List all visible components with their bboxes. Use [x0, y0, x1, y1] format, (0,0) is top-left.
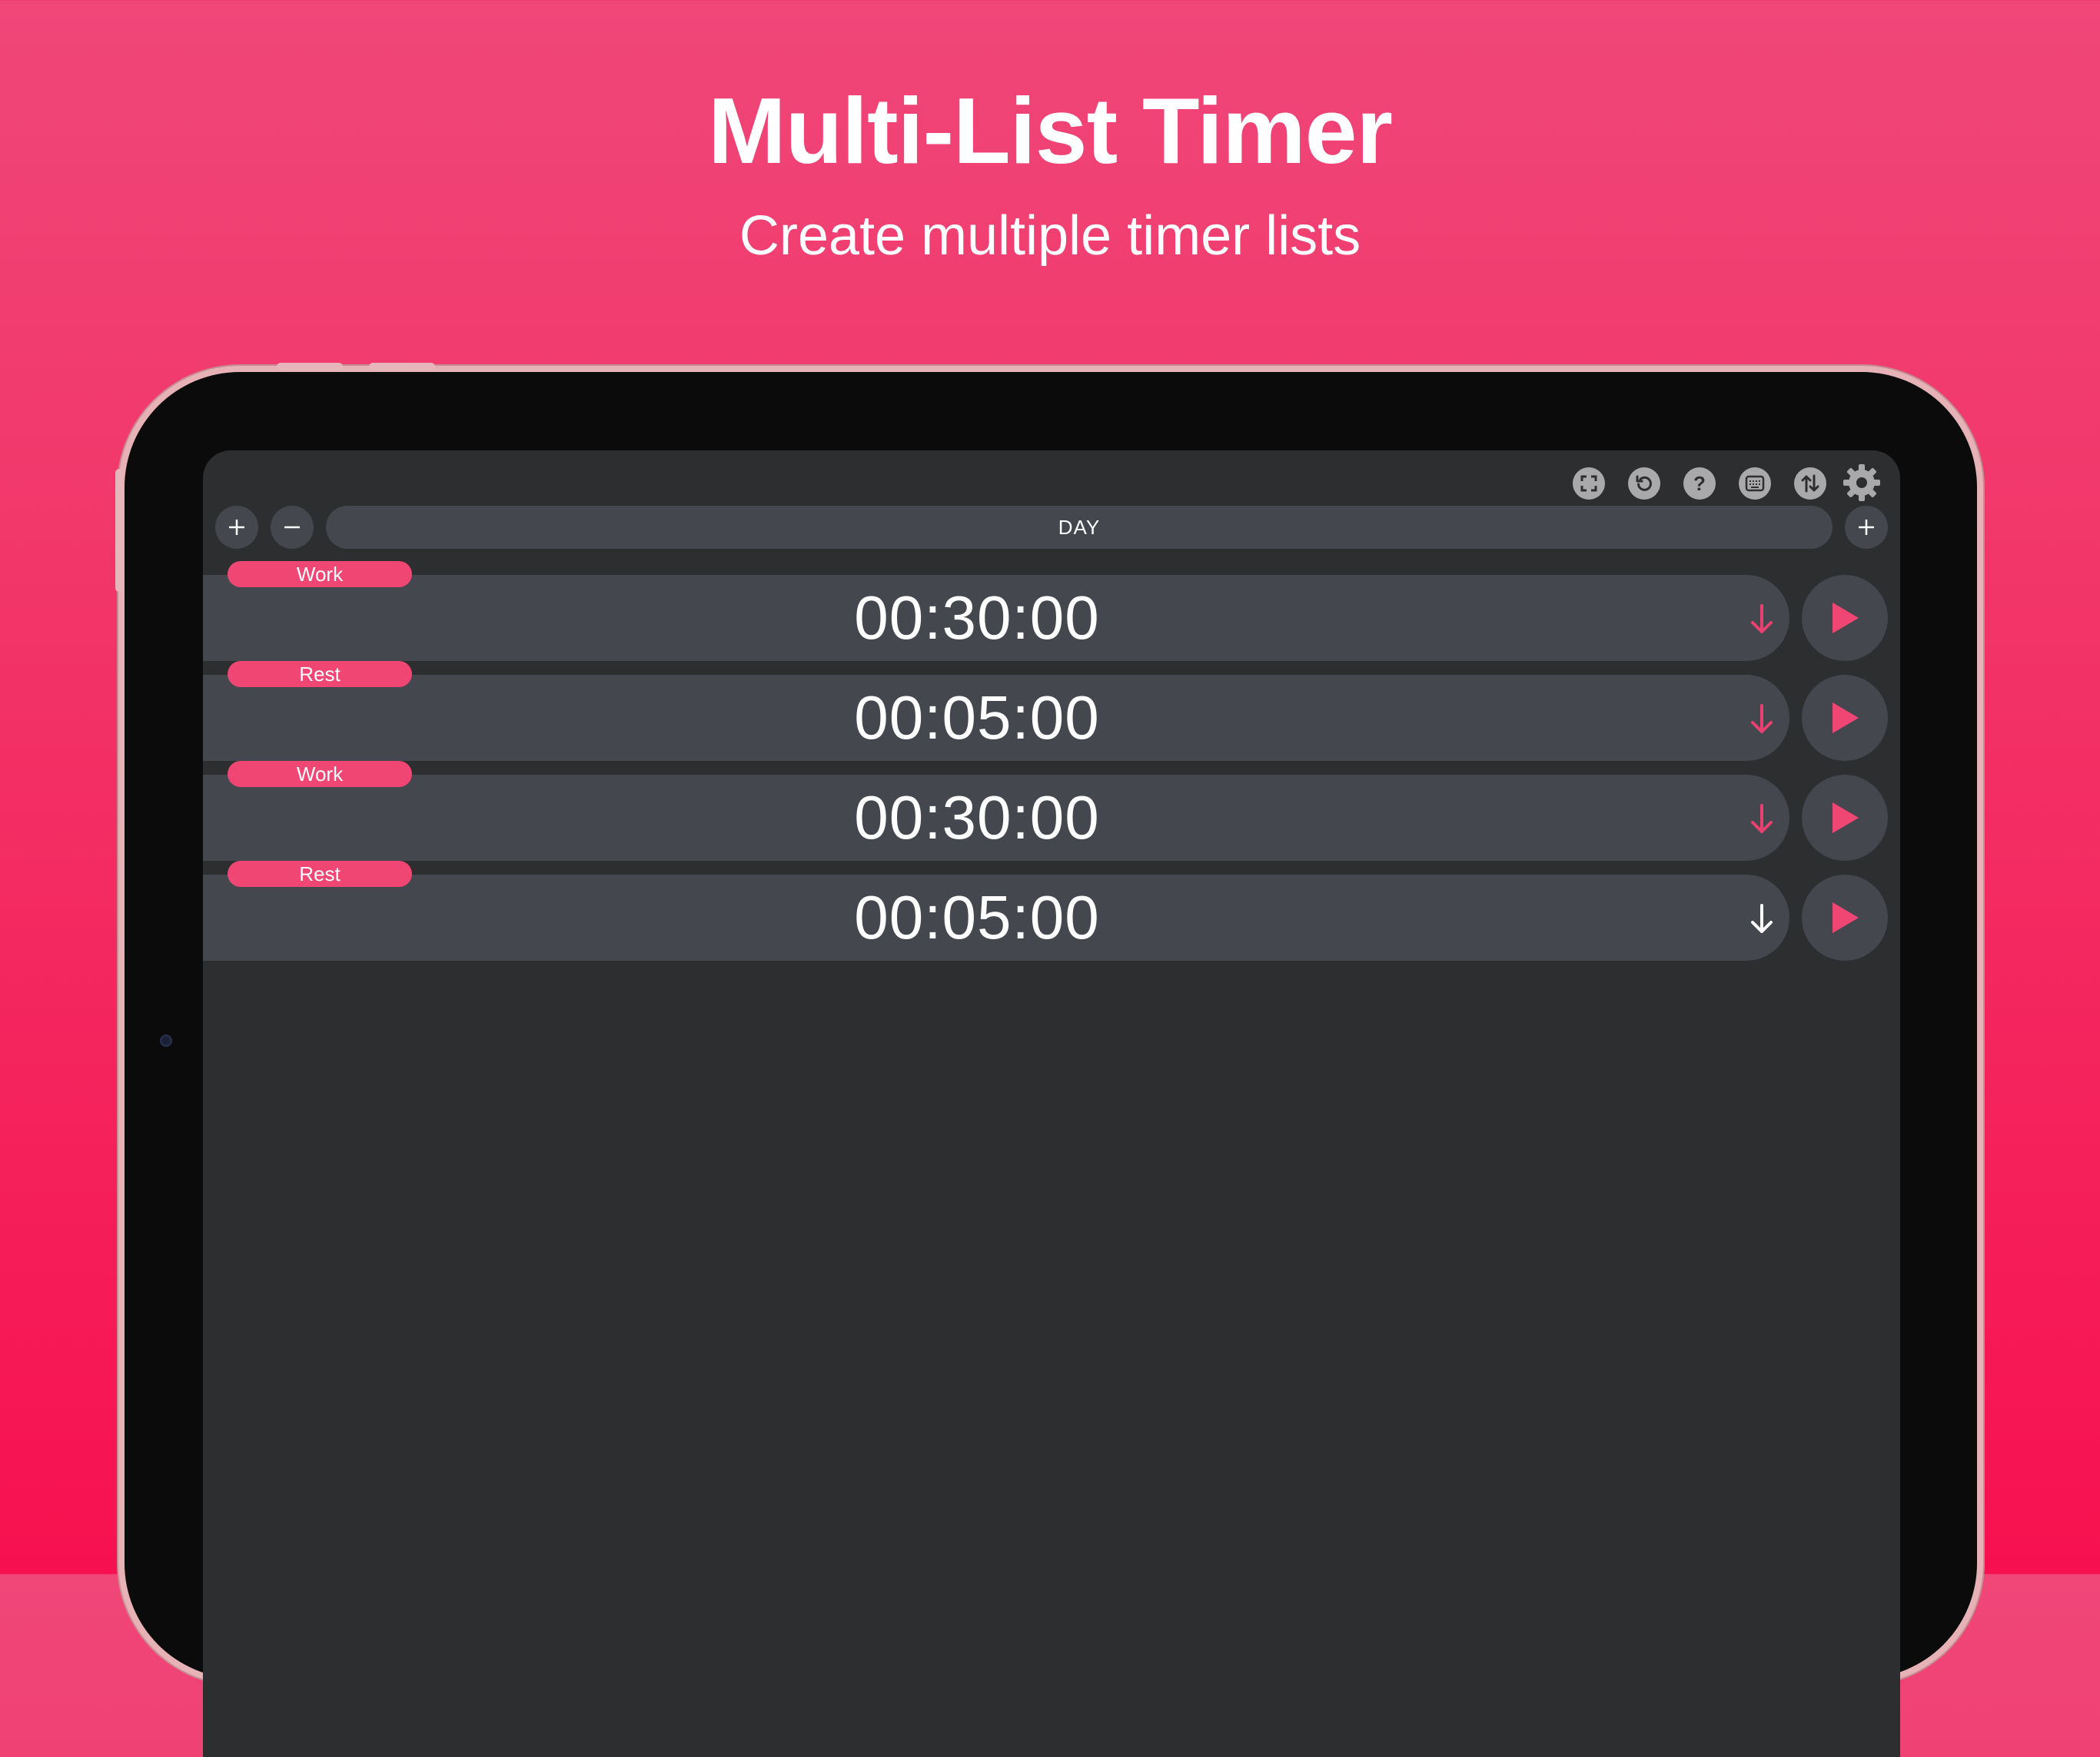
- minus-icon: [284, 526, 300, 529]
- app-screen: ? DAY Work 00:30:00 Rest 00:05:00 Work 0…: [203, 450, 1900, 1757]
- timer-label[interactable]: Rest: [228, 661, 412, 687]
- sort-glyph: [1801, 474, 1819, 493]
- keyboard-icon[interactable]: [1739, 467, 1771, 500]
- play-icon: [1833, 702, 1859, 733]
- play-icon: [1833, 802, 1859, 833]
- add-timer-button[interactable]: [215, 506, 258, 549]
- timer-label[interactable]: Work: [228, 761, 412, 787]
- play-icon: [1833, 902, 1859, 933]
- sort-icon[interactable]: [1794, 467, 1826, 500]
- gear-icon[interactable]: [1842, 463, 1882, 503]
- arrow-down-icon[interactable]: [1746, 902, 1777, 936]
- arrow-down-icon[interactable]: [1746, 702, 1777, 736]
- arrow-down-path: [1751, 604, 1773, 633]
- reset-glyph: [1636, 475, 1652, 491]
- help-icon[interactable]: ?: [1683, 467, 1716, 500]
- arrow-down-path: [1751, 804, 1773, 833]
- gear-glyph: [1843, 464, 1880, 501]
- promo-title: Multi-List Timer: [707, 78, 1393, 183]
- keyboard-glyph: [1745, 475, 1765, 492]
- timer-label[interactable]: Rest: [228, 861, 412, 887]
- timer-value[interactable]: 00:05:00: [203, 675, 1751, 761]
- arrow-down-icon[interactable]: [1746, 802, 1777, 836]
- fullscreen-glyph: [1580, 475, 1597, 492]
- tablet-device: ? DAY Work 00:30:00 Rest 00:05:00 Work 0…: [115, 363, 1977, 1757]
- remove-timer-button[interactable]: [271, 506, 314, 549]
- timer-value[interactable]: 00:30:00: [203, 575, 1751, 661]
- timer-value[interactable]: 00:30:00: [203, 775, 1751, 861]
- promo-subtitle: Create multiple timer lists: [739, 205, 1361, 267]
- plus-icon: [229, 520, 244, 535]
- list-name-field[interactable]: DAY: [326, 506, 1833, 549]
- help-glyph: ?: [1693, 471, 1706, 495]
- timer-label[interactable]: Work: [228, 561, 412, 587]
- fullscreen-icon[interactable]: [1573, 467, 1605, 500]
- arrow-down-icon[interactable]: [1746, 603, 1777, 636]
- timer-row: Rest 00:05:00: [203, 861, 1900, 961]
- hardware-button-top-2: [369, 363, 435, 370]
- add-list-button[interactable]: [1845, 506, 1888, 549]
- arrow-down-path: [1751, 904, 1773, 933]
- play-button[interactable]: [1802, 875, 1888, 961]
- plus-icon: [1859, 520, 1874, 535]
- timer-row: Work 00:30:00: [203, 761, 1900, 861]
- play-button[interactable]: [1802, 775, 1888, 861]
- reset-icon[interactable]: [1628, 467, 1660, 500]
- timer-row: Rest 00:05:00: [203, 661, 1900, 761]
- timer-value[interactable]: 00:05:00: [203, 875, 1751, 961]
- hardware-button-side: [115, 469, 123, 592]
- play-button[interactable]: [1802, 675, 1888, 761]
- camera-icon: [160, 1035, 172, 1047]
- play-icon: [1833, 603, 1859, 633]
- play-button[interactable]: [1802, 575, 1888, 661]
- hardware-button-top-1: [277, 363, 343, 370]
- arrow-down-path: [1751, 704, 1773, 733]
- timer-row: Work 00:30:00: [203, 561, 1900, 661]
